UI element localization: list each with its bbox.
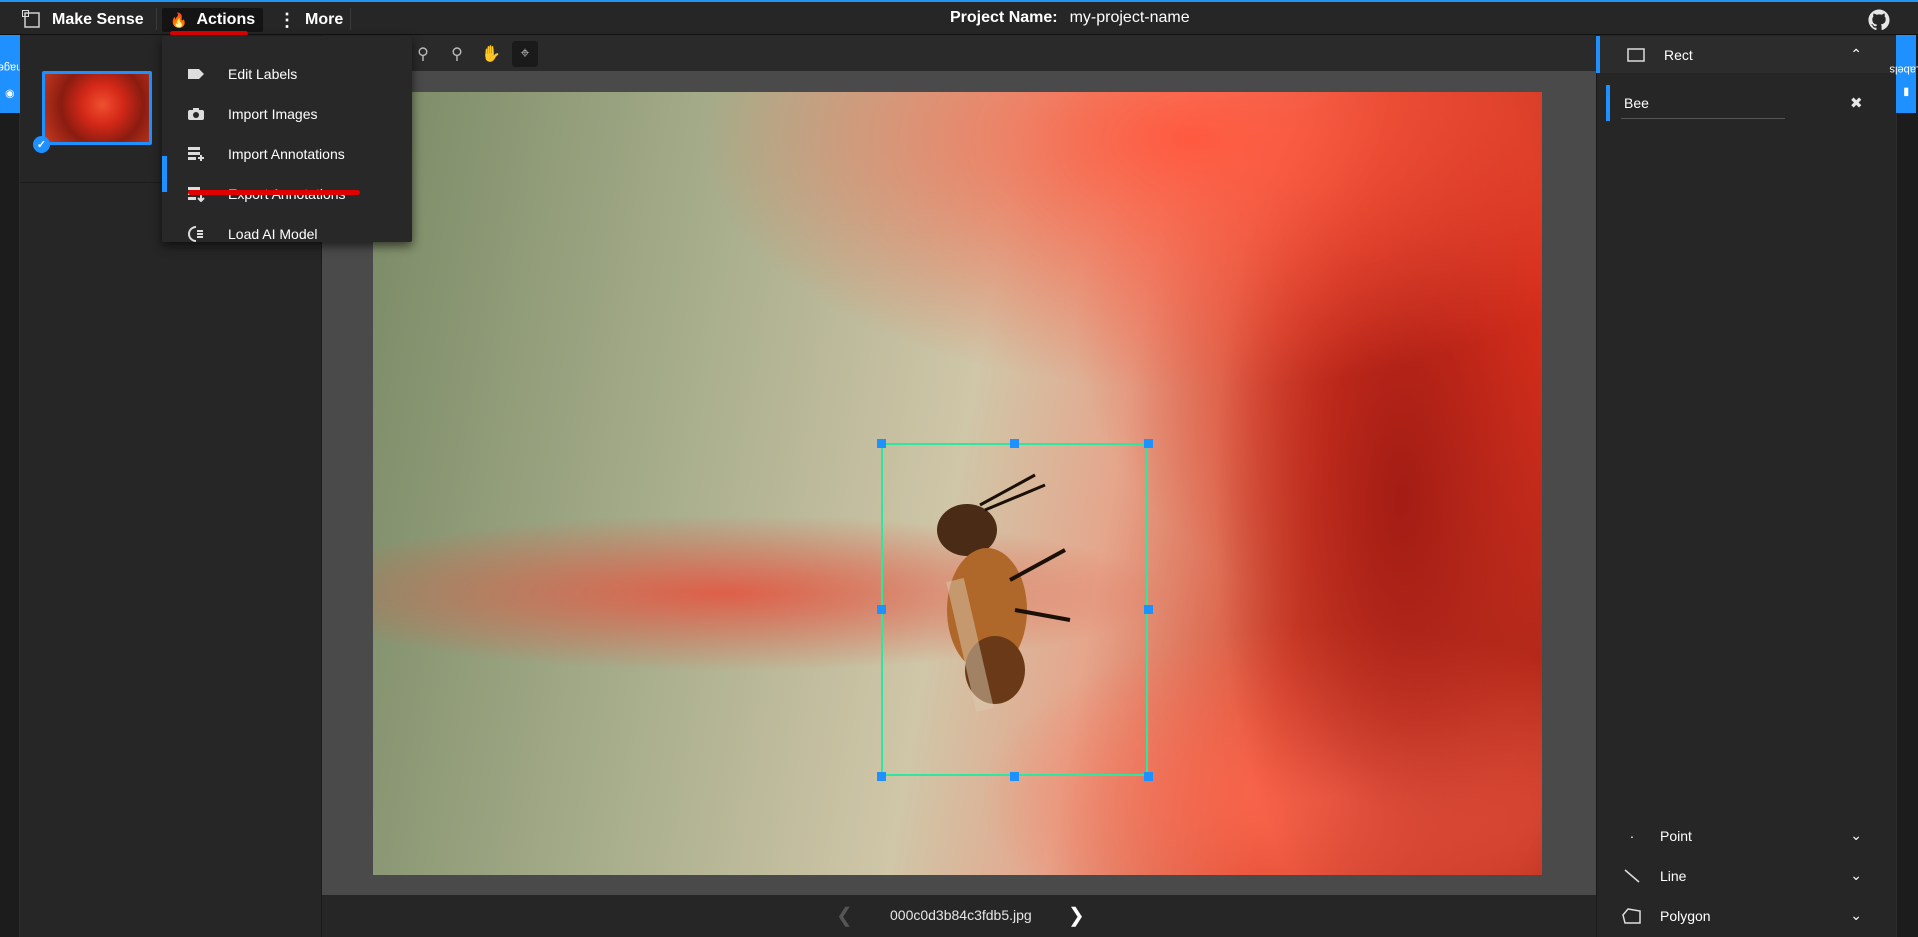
- editor-toolbar: ⚲ ⚲ ✋ ⌖: [322, 35, 1596, 71]
- export-highlight-underline: [188, 190, 360, 195]
- polygon-icon: [1620, 907, 1644, 925]
- menu-item-edit-labels[interactable]: Edit Labels: [162, 54, 412, 94]
- label-active-indicator: [1606, 85, 1610, 121]
- line-icon: [1620, 868, 1644, 884]
- project-name-display: Project Name: my-project-name: [950, 9, 1190, 27]
- point-tool-label: Point: [1660, 827, 1692, 844]
- point-tool-header[interactable]: · Point ⌄: [1596, 817, 1896, 854]
- more-menu-button[interactable]: ⋮ More: [270, 8, 351, 32]
- bbox-handle-tr[interactable]: [1144, 439, 1153, 448]
- project-name-label: Project Name:: [950, 9, 1058, 26]
- crosshair-icon[interactable]: ⌖: [512, 41, 538, 67]
- ai-model-icon: [186, 226, 206, 242]
- image-filename: 000c0d3b84c3fdb5.jpg: [890, 907, 1032, 923]
- camera-icon: ◉: [5, 87, 15, 100]
- top-navigation-bar: Make Sense 🔥 Actions ⋮ More Project Name…: [0, 0, 1918, 35]
- label-input-underline: [1621, 118, 1785, 119]
- delete-label-icon[interactable]: ✖: [1850, 94, 1863, 112]
- app-logo-icon: [22, 10, 40, 28]
- label-name[interactable]: Bee: [1624, 95, 1649, 111]
- app-name: Make Sense: [52, 11, 144, 28]
- chevron-down-icon[interactable]: ⌄: [1850, 827, 1862, 844]
- bbox-handle-tc[interactable]: [1010, 439, 1019, 448]
- menu-item-import-annotations[interactable]: Import Annotations: [162, 134, 412, 174]
- menu-item-label: Import Annotations: [228, 146, 345, 162]
- zoom-out-icon[interactable]: ⚲: [444, 41, 470, 67]
- menu-item-label: Load AI Model: [228, 226, 318, 242]
- right-side-rail: [1896, 35, 1918, 937]
- rectangle-icon: [1624, 47, 1648, 62]
- divider: [156, 8, 157, 30]
- rect-tool-header[interactable]: Rect ⌃: [1596, 36, 1896, 73]
- left-side-rail: [0, 35, 20, 937]
- zoom-in-icon[interactable]: ⚲: [410, 41, 436, 67]
- label-list-item[interactable]: Bee ✖: [1606, 85, 1888, 121]
- chevron-up-icon[interactable]: ⌃: [1850, 46, 1862, 63]
- next-image-icon[interactable]: ❯: [1068, 903, 1085, 928]
- thumbnail-preview: [45, 74, 149, 142]
- actions-label: Actions: [196, 11, 256, 28]
- chevron-down-icon[interactable]: ⌄: [1850, 867, 1862, 884]
- line-tool-label: Line: [1660, 867, 1687, 884]
- chevron-down-icon[interactable]: ⌄: [1850, 907, 1862, 924]
- import-icon: [186, 146, 206, 162]
- label-tag-icon: [186, 68, 206, 80]
- labels-tab-label: Labels: [1889, 62, 1918, 75]
- hand-icon[interactable]: ✋: [478, 41, 504, 67]
- camera-icon: [186, 107, 206, 121]
- bbox-handle-br[interactable]: [1144, 772, 1153, 781]
- bbox-handle-mr[interactable]: [1144, 605, 1153, 614]
- brand: Make Sense: [22, 8, 144, 32]
- bbox-handle-tl[interactable]: [877, 439, 886, 448]
- image-thumbnail[interactable]: [42, 71, 152, 145]
- menu-item-load-ai-model[interactable]: Load AI Model: [162, 214, 412, 254]
- divider: [350, 8, 351, 30]
- polygon-tool-header[interactable]: Polygon ⌄: [1596, 897, 1896, 934]
- point-icon: ·: [1629, 827, 1635, 844]
- polygon-tool-label: Polygon: [1660, 907, 1711, 924]
- menu-item-label: Edit Labels: [228, 66, 298, 82]
- label-tools-panel: [1596, 35, 1896, 937]
- images-side-tab[interactable]: ◉Images: [0, 35, 28, 113]
- rect-tool-label: Rect: [1664, 46, 1693, 63]
- project-name-value[interactable]: my-project-name: [1070, 9, 1190, 27]
- bounding-box-rect[interactable]: [881, 443, 1148, 776]
- actions-dropdown-menu: Edit Labels Import Images Import Annotat…: [162, 36, 412, 242]
- bbox-handle-bc[interactable]: [1010, 772, 1019, 781]
- label-tag-icon: ▮: [1902, 85, 1910, 98]
- actions-icon: 🔥: [170, 11, 188, 28]
- bbox-handle-bl[interactable]: [877, 772, 886, 781]
- labels-side-tab[interactable]: Labels ▮: [1890, 35, 1918, 113]
- more-icon: ⋮: [278, 10, 296, 30]
- menu-item-import-images[interactable]: Import Images: [162, 94, 412, 134]
- more-label: More: [305, 11, 344, 28]
- line-tool-header[interactable]: Line ⌄: [1596, 857, 1896, 894]
- actions-menu-button[interactable]: 🔥 Actions: [162, 8, 264, 32]
- checkmark-icon: ✓: [33, 136, 50, 153]
- menu-item-label: Import Images: [228, 106, 318, 122]
- bbox-handle-ml[interactable]: [877, 605, 886, 614]
- previous-image-icon[interactable]: ❮: [836, 903, 853, 928]
- github-icon[interactable]: [1868, 9, 1890, 31]
